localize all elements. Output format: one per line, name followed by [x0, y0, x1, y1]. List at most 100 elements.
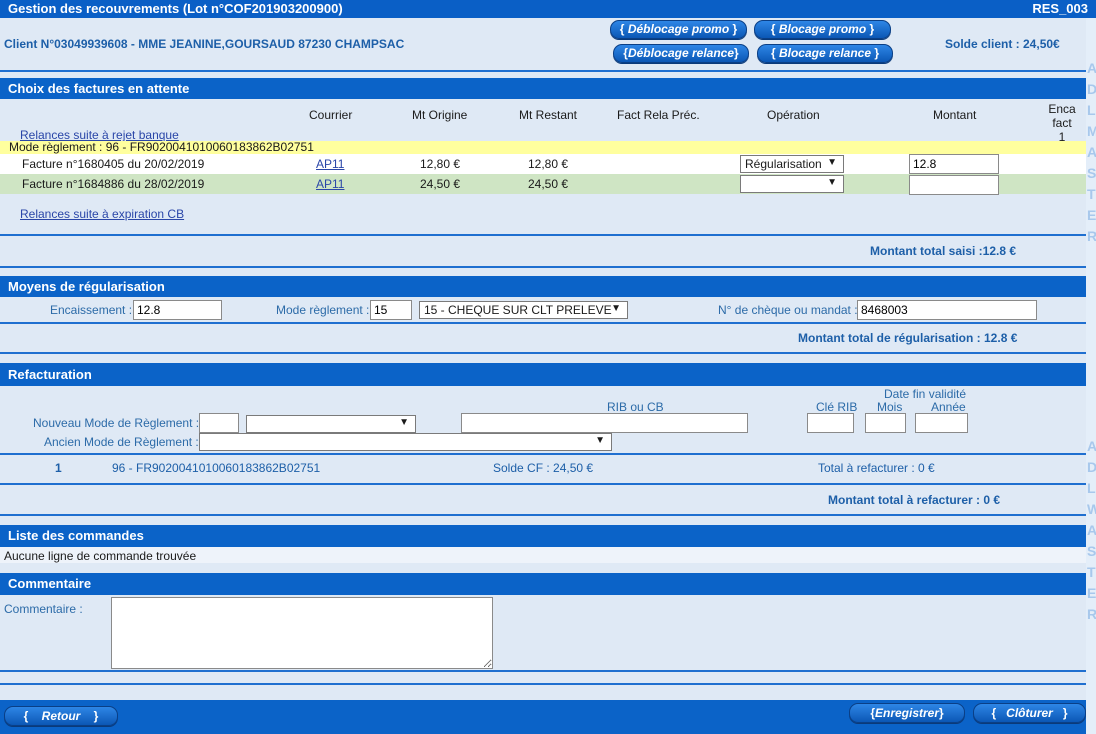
relances-cb-link[interactable]: Relances suite à expiration CB	[20, 207, 184, 221]
deblocage-promo-button[interactable]: { Déblocage promo }	[610, 20, 747, 39]
retour-label: Retour	[41, 709, 81, 723]
retour-button[interactable]: { Retour }	[4, 706, 118, 726]
title-bar: Gestion des recouvrements (Lot n°COF2019…	[0, 0, 1096, 18]
chevron-down-icon: ▼	[827, 177, 837, 188]
section-moyens-title: Moyens de régularisation	[8, 279, 165, 294]
divider	[0, 453, 1086, 455]
facture-label: Facture n°1684886 du 28/02/2019	[22, 177, 205, 191]
cloturer-button[interactable]: { Clôturer }	[973, 703, 1086, 723]
courrier-link[interactable]: AP11	[316, 177, 344, 191]
section-refacturation-header: Refacturation	[0, 363, 1086, 386]
mode-reglement-text: Mode règlement : 96 - FR9020041010060183…	[9, 140, 314, 154]
cle-rib-label: Clé RIB	[816, 400, 858, 414]
col-operation: Opération	[767, 108, 820, 122]
refact-line-mode: 96 - FR9020041010060183862B02751	[112, 461, 321, 475]
divider	[0, 683, 1086, 685]
mt-restant-value: 12,80 €	[528, 157, 569, 171]
deblocage-promo-label: Déblocage promo	[627, 22, 730, 36]
blocage-promo-button[interactable]: { Blocage promo }	[754, 20, 891, 39]
cheque-input[interactable]	[857, 300, 1037, 320]
side-letter: S	[1087, 165, 1096, 181]
facture-label: Facture n°1680405 du 20/02/2019	[22, 157, 205, 171]
blocage-relance-button[interactable]: { Blocage relance }	[757, 44, 893, 63]
side-letter: R	[1087, 606, 1096, 622]
courrier-link[interactable]: AP11	[316, 157, 344, 171]
side-letter: L	[1087, 480, 1096, 496]
chevron-down-icon: ▼	[595, 435, 605, 446]
section-commentaire-title: Commentaire	[8, 576, 92, 591]
annee-label: Année	[931, 400, 966, 414]
col-montant: Montant	[933, 108, 977, 122]
section-factures-title: Choix des factures en attente	[8, 81, 190, 96]
commandes-empty-row: Aucune ligne de commande trouvée	[0, 547, 1086, 563]
mode-reglement-label: Mode règlement :	[276, 303, 370, 317]
side-letter: S	[1087, 543, 1096, 559]
side-letter: L	[1087, 102, 1096, 118]
rib-label: RIB ou CB	[607, 400, 664, 414]
mt-restant-value: 24,50 €	[528, 177, 569, 191]
refact-line-total: Total à refacturer : 0 €	[818, 461, 935, 475]
mt-origine-value: 12,80 €	[420, 157, 461, 171]
operation-select[interactable]: ▼	[740, 175, 844, 193]
ancien-mode-select[interactable]: ▼	[199, 433, 612, 451]
chevron-down-icon: ▼	[827, 157, 837, 168]
table-row: Facture n°1684886 du 28/02/2019 AP11 24,…	[0, 174, 1086, 195]
rib-input[interactable]	[461, 413, 748, 433]
col-fact-rela: Fact Rela Préc.	[617, 108, 700, 122]
ancien-mode-label: Ancien Mode de Règlement :	[44, 435, 199, 449]
divider	[0, 352, 1086, 354]
mode-reglement-select[interactable]: 15 - CHEQUE SUR CLT PRELEVE ▼	[419, 301, 628, 319]
divider	[0, 234, 1086, 236]
screen-code: RES_003	[1032, 1, 1088, 16]
section-commandes-title: Liste des commandes	[8, 528, 144, 543]
montant-total-saisi: Montant total saisi :12.8 €	[870, 244, 1017, 258]
cloturer-label: Clôturer	[1006, 706, 1053, 720]
operation-selected: Régularisation	[745, 157, 822, 171]
deblocage-relance-button[interactable]: {Déblocage relance}	[613, 44, 749, 63]
encaissement-label: Encaissement :	[50, 303, 133, 317]
col-enca-fact: Enca fact 1	[1037, 102, 1087, 144]
montant-total-refacturer: Montant total à refacturer : 0 €	[828, 493, 1001, 507]
nouveau-mode-select[interactable]: ▼	[246, 415, 416, 433]
nouveau-mode-code-input[interactable]	[199, 413, 239, 433]
section-commentaire-header: Commentaire	[0, 573, 1086, 595]
commandes-empty-text: Aucune ligne de commande trouvée	[4, 549, 197, 563]
side-letter: M	[1087, 123, 1096, 139]
table-row: Facture n°1680405 du 20/02/2019 AP11 12,…	[0, 154, 1086, 174]
client-info: Client N°03049939608 - MME JEANINE,GOURS…	[4, 37, 405, 51]
divider	[0, 514, 1086, 516]
encaissement-input[interactable]	[133, 300, 222, 320]
divider	[0, 70, 1086, 72]
montant-input[interactable]	[909, 175, 999, 195]
side-letter: A	[1087, 60, 1096, 76]
montant-input[interactable]	[909, 154, 999, 174]
divider	[0, 322, 1086, 324]
refact-line-num: 1	[55, 461, 62, 475]
side-letter: W	[1087, 501, 1096, 517]
mois-label: Mois	[877, 400, 903, 414]
blocage-promo-label: Blocage promo	[778, 22, 867, 36]
side-letter: A	[1087, 438, 1096, 454]
mode-reglement-code-input[interactable]	[370, 300, 412, 320]
divider	[0, 266, 1086, 268]
section-refacturation-title: Refacturation	[8, 367, 92, 382]
side-letter: D	[1087, 81, 1096, 97]
annee-input[interactable]	[915, 413, 968, 433]
enregistrer-label: Enregistrer	[874, 706, 940, 720]
date-fin-label: Date fin validité	[884, 387, 967, 401]
col-mt-restant: Mt Restant	[519, 108, 578, 122]
side-letter: A	[1087, 144, 1096, 160]
commentaire-textarea[interactable]	[111, 597, 493, 669]
blocage-relance-label: Blocage relance	[778, 46, 872, 60]
side-letter: D	[1087, 459, 1096, 475]
side-letters-bottom: A D L W A S T E R	[1087, 436, 1096, 625]
section-moyens-header: Moyens de régularisation	[0, 276, 1086, 297]
commentaire-label: Commentaire :	[4, 602, 83, 616]
operation-select[interactable]: Régularisation ▼	[740, 155, 844, 173]
divider	[0, 670, 1086, 672]
chevron-down-icon: ▼	[611, 303, 621, 314]
cle-rib-input[interactable]	[807, 413, 854, 433]
side-letter: T	[1087, 564, 1096, 580]
mois-input[interactable]	[865, 413, 906, 433]
enregistrer-button[interactable]: {Enregistrer}	[849, 703, 965, 723]
